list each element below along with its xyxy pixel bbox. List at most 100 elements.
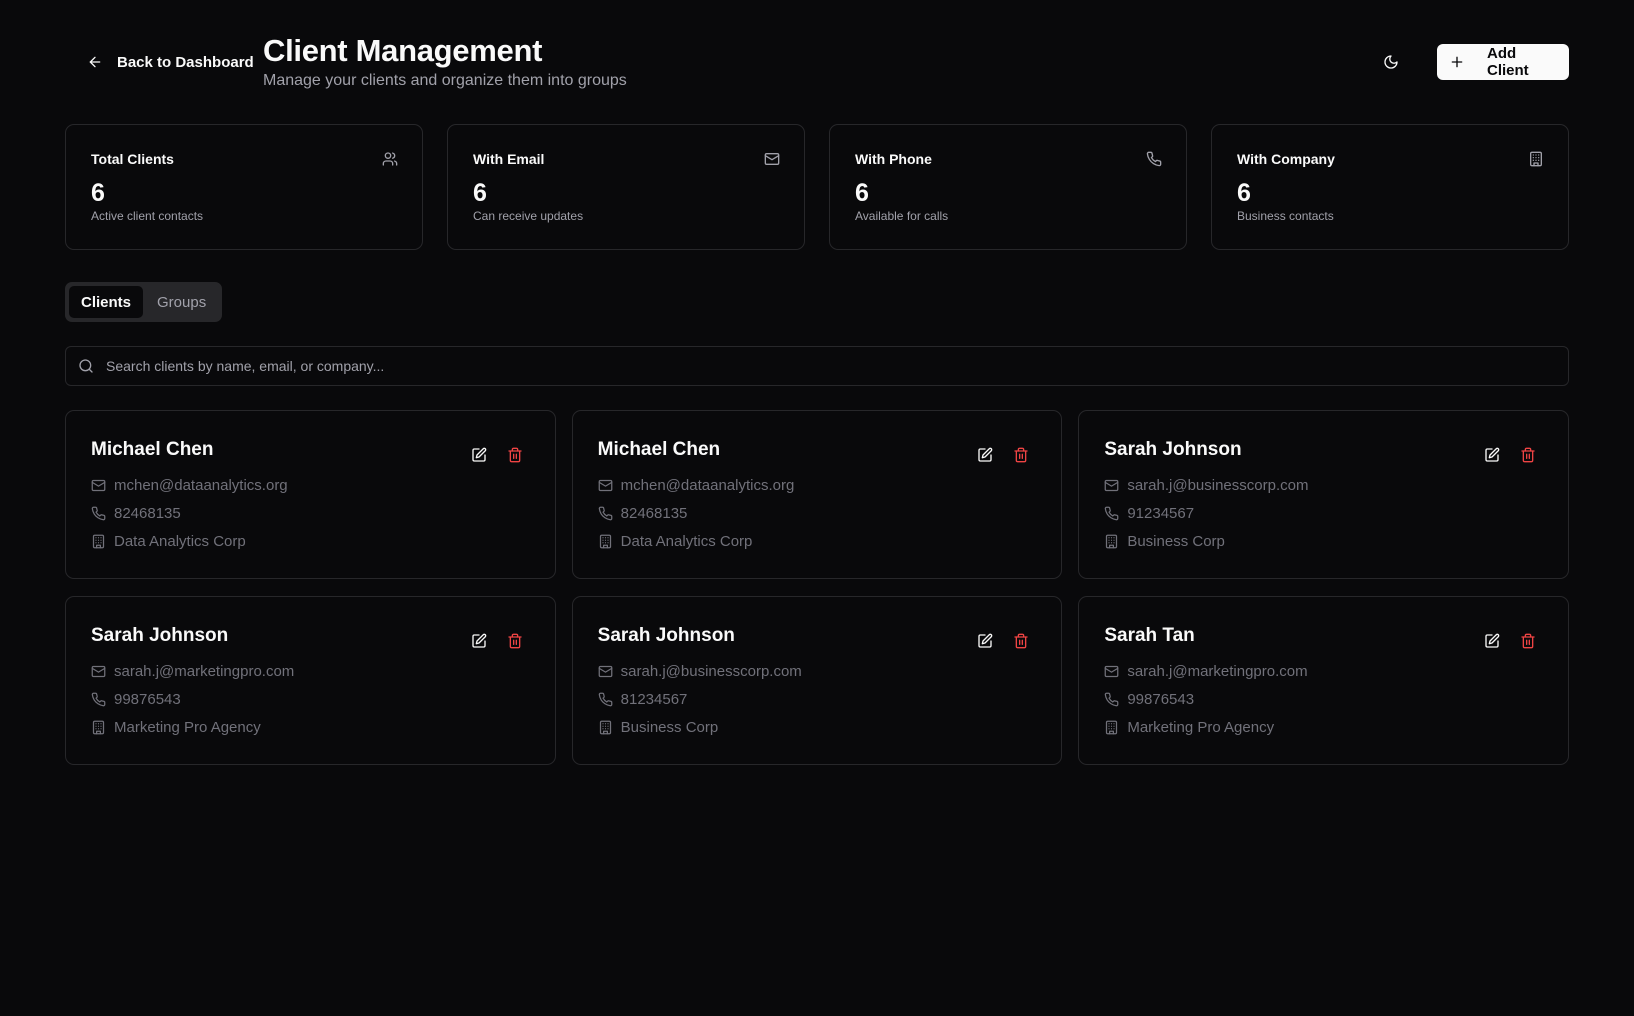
stat-title: With Company — [1237, 151, 1335, 167]
search-bar — [65, 346, 1569, 386]
client-management-page: Back to Dashboard Client Management Mana… — [0, 0, 1634, 1016]
client-company: Data Analytics Corp — [620, 533, 753, 550]
phone-icon — [91, 692, 106, 707]
stat-description: Business contacts — [1237, 209, 1334, 223]
client-company: Marketing Pro Agency — [1127, 719, 1275, 736]
client-phone: 91234567 — [1127, 505, 1195, 522]
card-actions — [463, 439, 531, 471]
tab-clients[interactable]: Clients — [69, 286, 144, 318]
mail-icon — [1104, 664, 1119, 679]
edit-client-button[interactable] — [1476, 439, 1508, 471]
client-phone-row: 99876543 — [91, 690, 530, 709]
card-actions — [969, 625, 1037, 657]
stat-value: 6 — [1237, 179, 1251, 207]
phone-icon — [1146, 151, 1162, 167]
client-grid: Michael Chen mchen@dataanalytics.org 824… — [65, 410, 1569, 765]
client-phone-row: 91234567 — [1104, 504, 1543, 523]
delete-client-button[interactable] — [499, 439, 531, 471]
trash-icon — [1520, 447, 1536, 463]
delete-client-button[interactable] — [1512, 625, 1544, 657]
mail-icon — [1104, 478, 1119, 493]
client-company-row: Data Analytics Corp — [91, 532, 530, 551]
client-phone: 81234567 — [620, 691, 688, 708]
client-email: mchen@dataanalytics.org — [114, 477, 288, 494]
phone-icon — [1104, 506, 1119, 521]
add-client-button[interactable]: Add Client — [1437, 44, 1569, 80]
client-info: mchen@dataanalytics.org 82468135 Data An… — [598, 476, 1037, 551]
back-button-label: Back to Dashboard — [117, 53, 254, 71]
stat-card-with-company: With Company 6 Business contacts — [1211, 124, 1569, 250]
edit-icon — [977, 633, 993, 649]
client-company-row: Marketing Pro Agency — [91, 718, 530, 737]
delete-client-button[interactable] — [1512, 439, 1544, 471]
stats-row: Total Clients 6 Active client contacts W… — [65, 124, 1569, 250]
phone-icon — [598, 692, 613, 707]
plus-icon — [1449, 54, 1465, 70]
title-block: Client Management Manage your clients an… — [263, 32, 627, 90]
theme-toggle-button[interactable] — [1373, 44, 1409, 80]
arrow-left-icon — [87, 54, 103, 70]
client-company-row: Business Corp — [1104, 532, 1543, 551]
client-phone: 82468135 — [114, 505, 181, 522]
client-card: Michael Chen mchen@dataanalytics.org 824… — [571, 410, 1063, 579]
edit-icon — [471, 447, 487, 463]
client-phone-row: 81234567 — [598, 690, 1037, 709]
stat-description: Can receive updates — [473, 209, 584, 223]
client-email-row: mchen@dataanalytics.org — [91, 476, 530, 495]
client-phone: 99876543 — [1127, 691, 1195, 708]
delete-client-button[interactable] — [499, 625, 531, 657]
client-email: sarah.j@businesscorp.com — [1127, 477, 1309, 494]
client-info: sarah.j@businesscorp.com 91234567 Busine… — [1104, 476, 1543, 551]
search-input[interactable] — [106, 358, 1556, 374]
building-icon — [1528, 151, 1544, 167]
client-card: Sarah Johnson sarah.j@businesscorp.com 8… — [571, 596, 1063, 765]
edit-client-button[interactable] — [969, 625, 1001, 657]
phone-icon — [1104, 692, 1119, 707]
client-phone: 99876543 — [114, 691, 181, 708]
client-info: sarah.j@marketingpro.com 99876543 Market… — [1104, 662, 1543, 737]
delete-client-button[interactable] — [1005, 625, 1037, 657]
card-actions — [1476, 439, 1544, 471]
trash-icon — [1013, 633, 1029, 649]
client-email: sarah.j@marketingpro.com — [1127, 663, 1308, 680]
client-phone: 82468135 — [620, 505, 688, 522]
client-phone-row: 99876543 — [1104, 690, 1543, 709]
client-company: Marketing Pro Agency — [114, 719, 261, 736]
edit-client-button[interactable] — [463, 439, 495, 471]
building-icon — [91, 720, 106, 735]
edit-client-button[interactable] — [1476, 625, 1508, 657]
stat-title: With Phone — [855, 151, 932, 167]
edit-client-button[interactable] — [969, 439, 1001, 471]
client-phone-row: 82468135 — [598, 504, 1037, 523]
edit-icon — [977, 447, 993, 463]
trash-icon — [1013, 447, 1029, 463]
client-email-row: sarah.j@businesscorp.com — [598, 662, 1037, 681]
back-to-dashboard-button[interactable]: Back to Dashboard — [75, 44, 266, 80]
edit-icon — [471, 633, 487, 649]
view-tabs: Clients Groups — [65, 282, 223, 322]
edit-icon — [1484, 447, 1500, 463]
stat-card-with-email: With Email 6 Can receive updates — [447, 124, 805, 250]
tab-groups[interactable]: Groups — [145, 286, 218, 318]
client-info: mchen@dataanalytics.org 82468135 Data An… — [91, 476, 530, 551]
card-actions — [463, 625, 531, 657]
client-email: sarah.j@marketingpro.com — [114, 663, 295, 680]
client-company: Business Corp — [620, 719, 719, 736]
client-email-row: sarah.j@marketingpro.com — [91, 662, 530, 681]
mail-icon — [91, 664, 106, 679]
client-card: Sarah Tan sarah.j@marketingpro.com 99876… — [1078, 596, 1569, 765]
page-subtitle: Manage your clients and organize them in… — [263, 72, 627, 89]
phone-icon — [91, 506, 106, 521]
building-icon — [91, 534, 106, 549]
client-email: sarah.j@businesscorp.com — [620, 663, 802, 680]
edit-client-button[interactable] — [463, 625, 495, 657]
client-company: Data Analytics Corp — [114, 533, 246, 550]
stat-title: Total Clients — [91, 151, 174, 167]
client-email-row: mchen@dataanalytics.org — [598, 476, 1037, 495]
stat-description: Available for calls — [855, 209, 949, 223]
card-actions — [969, 439, 1037, 471]
trash-icon — [507, 633, 523, 649]
delete-client-button[interactable] — [1005, 439, 1037, 471]
page-title: Client Management — [263, 33, 543, 68]
users-icon — [382, 151, 398, 167]
